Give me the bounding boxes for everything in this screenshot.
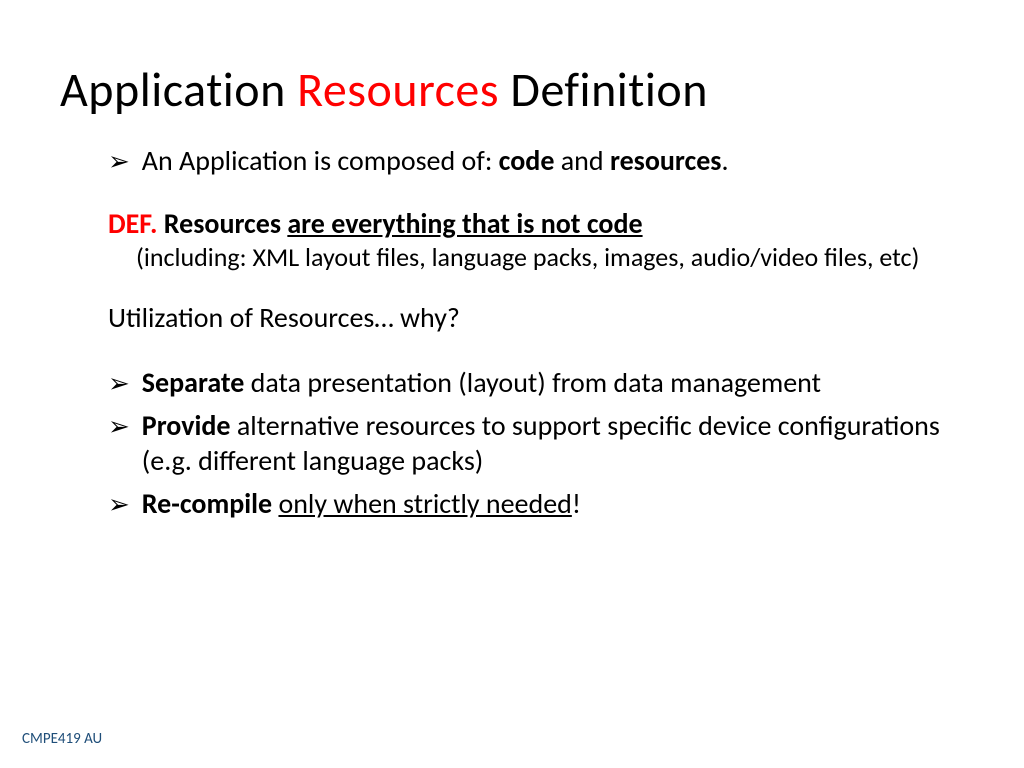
title-part2: Resources <box>297 60 499 119</box>
text-bold-underline: are everything that is not code <box>287 206 642 241</box>
bullet-item-2: ➢ Separate data presentation (layout) fr… <box>108 365 964 400</box>
text: data presentation (layout) from data man… <box>244 365 821 400</box>
title-part1: Application <box>60 60 297 119</box>
text-bold: code <box>499 143 555 178</box>
text-bold: Separate <box>142 365 245 400</box>
bullet-text-4: Re-compile only when strictly needed! <box>142 486 964 521</box>
bullet-text-3: Provide alternative resources to support… <box>142 408 964 478</box>
text-bold: Provide <box>142 408 231 443</box>
bullet-item-3: ➢ Provide alternative resources to suppo… <box>108 408 964 478</box>
slide-title: Application Resources Definition <box>60 60 964 119</box>
bullet-arrow-icon: ➢ <box>108 488 130 521</box>
text-underline: only when strictly needed <box>278 486 571 521</box>
def-label: DEF. <box>108 206 157 241</box>
bullet-item-4: ➢ Re-compile only when strictly needed! <box>108 486 964 521</box>
text: An Application is composed of: <box>142 143 499 178</box>
text: alternative resources to support specifi… <box>142 408 940 478</box>
definition-line: DEF. Resources are everything that is no… <box>108 206 964 241</box>
bullet-arrow-icon: ➢ <box>108 367 130 400</box>
text: . <box>721 143 728 178</box>
title-part3: Definition <box>499 60 708 119</box>
bullet-arrow-icon: ➢ <box>108 410 130 478</box>
text: and <box>554 143 610 178</box>
bullet-text-1: An Application is composed of: code and … <box>142 143 964 178</box>
bullet-text-2: Separate data presentation (layout) from… <box>142 365 964 400</box>
bullet-item-1: ➢ An Application is composed of: code an… <box>108 143 964 178</box>
definition-sub: (including: XML layout files, language p… <box>108 241 964 274</box>
slide-content: ➢ An Application is composed of: code an… <box>60 143 964 521</box>
text-bold: resources <box>610 143 722 178</box>
definition-block: DEF. Resources are everything that is no… <box>108 206 964 274</box>
bullet-arrow-icon: ➢ <box>108 145 130 178</box>
text: ! <box>572 486 581 521</box>
text-bold: Resources <box>157 206 287 241</box>
text-bold: Re-compile <box>142 486 272 521</box>
slide-body: Application Resources Definition ➢ An Ap… <box>0 0 1024 521</box>
utilization-question: Utilization of Resources… why? <box>108 300 964 335</box>
footer-course-code: CMPE419 AU <box>22 730 102 748</box>
